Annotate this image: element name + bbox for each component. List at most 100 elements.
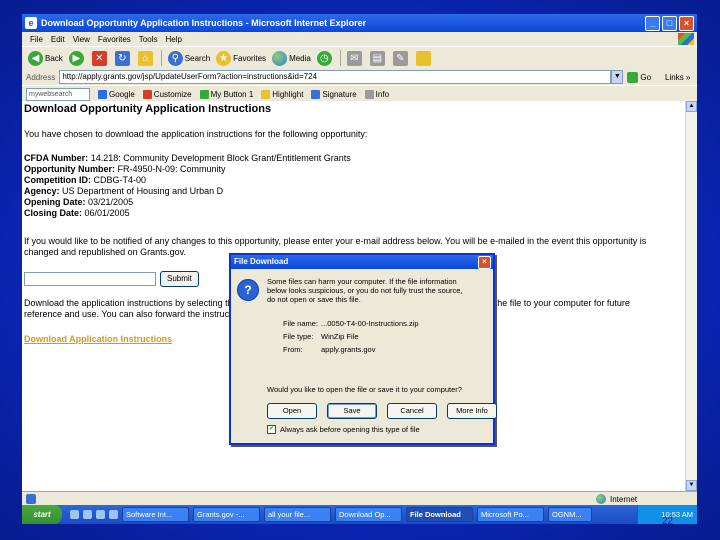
quick-launch-media-icon[interactable]: [83, 510, 92, 519]
ie-screen: e Download Opportunity Application Instr…: [22, 14, 697, 524]
my-button-1[interactable]: My Button 1: [199, 89, 254, 99]
google-icon: [98, 89, 107, 99]
edit-icon: ✎: [392, 50, 408, 66]
menu-help[interactable]: Help: [165, 35, 181, 44]
closing-date-label: Closing Date:: [24, 208, 83, 218]
taskbar-item[interactable]: Download Op...: [335, 507, 402, 522]
minimize-button[interactable]: _: [645, 15, 660, 31]
search-button[interactable]: ⚲ Search: [167, 50, 211, 66]
media-button[interactable]: Media: [272, 50, 311, 66]
history-button[interactable]: ◷: [316, 50, 334, 66]
opening-date-value: 03/21/2005: [88, 197, 134, 207]
refresh-icon: ↻: [114, 50, 130, 66]
search-icon: ⚲: [167, 50, 183, 66]
quick-launch-app-icon[interactable]: [109, 510, 118, 519]
folder-icon: [415, 50, 431, 66]
globe-icon: [596, 494, 606, 504]
always-ask-checkbox[interactable]: ✔: [267, 425, 276, 434]
menu-favorites[interactable]: Favorites: [98, 35, 131, 44]
signature-label: Signature: [322, 89, 357, 99]
vertical-scrollbar[interactable]: ▲ ▼: [685, 101, 697, 491]
address-input[interactable]: http://apply.grants.gov/jsp/UpdateUserFo…: [59, 70, 612, 84]
menu-edit[interactable]: Edit: [51, 35, 65, 44]
opening-date-label: Opening Date:: [24, 197, 86, 207]
info-label: Info: [375, 89, 390, 99]
from-label: From:: [283, 345, 303, 354]
slide-number: 22: [662, 516, 674, 527]
open-button[interactable]: Open: [267, 403, 317, 419]
signature-button[interactable]: Signature: [311, 89, 357, 99]
menu-tools[interactable]: Tools: [139, 35, 158, 44]
go-label: Go: [640, 72, 652, 82]
mail-button[interactable]: ✉: [346, 50, 364, 66]
info-button[interactable]: Info: [364, 89, 390, 99]
page-title: Download Opportunity Application Instruc…: [24, 103, 272, 115]
security-zone: Internet: [596, 494, 637, 504]
email-field[interactable]: [24, 272, 156, 286]
forward-button[interactable]: ▶: [68, 50, 86, 66]
close-button[interactable]: ×: [679, 15, 694, 31]
refresh-button[interactable]: ↻: [114, 50, 132, 66]
download-instructions-link[interactable]: Download Application Instructions: [24, 334, 172, 344]
save-button[interactable]: Save: [327, 403, 377, 419]
folder-button[interactable]: [415, 50, 433, 66]
submit-button[interactable]: Submit: [160, 271, 199, 287]
customize-label: Customize: [153, 89, 192, 99]
address-dropdown-icon[interactable]: ▼: [611, 70, 624, 84]
quick-launch: [70, 510, 118, 519]
quick-launch-desktop-icon[interactable]: [96, 510, 105, 519]
go-button[interactable]: Go: [627, 71, 652, 83]
media-label: Media: [289, 53, 311, 63]
standard-toolbar: ◀ Back ▶ ✕ ↻ ⌂ ⚲ Search ★ Favorites Medi…: [22, 46, 697, 70]
check-icon: [199, 89, 209, 99]
opportunity-label: Opportunity Number:: [24, 164, 115, 174]
taskbar-item-active[interactable]: File Download: [406, 507, 473, 522]
address-label: Address: [26, 72, 56, 82]
links-button[interactable]: Links »: [665, 73, 690, 82]
email-row: Submit: [24, 271, 199, 287]
customize-button[interactable]: Customize: [142, 89, 192, 99]
my-button-label: My Button 1: [210, 89, 254, 99]
taskbar-item[interactable]: OGNM...: [548, 507, 592, 522]
menu-view[interactable]: View: [73, 35, 90, 44]
search-label: Search: [184, 53, 211, 63]
always-ask-checkbox-row[interactable]: ✔ Always ask before opening this type of…: [267, 425, 420, 434]
opportunity-value: FR-4950-N-09: Community: [117, 164, 226, 174]
scroll-up-icon[interactable]: ▲: [686, 101, 697, 112]
more-info-button[interactable]: More Info: [447, 403, 497, 419]
edit-button[interactable]: ✎: [392, 50, 410, 66]
toolbar-search-input[interactable]: mywebsearch: [26, 87, 90, 101]
cfda-value: 14.218: Community Development Block Gran…: [90, 153, 351, 163]
maximize-button[interactable]: □: [662, 15, 677, 31]
windows-logo-icon: [678, 33, 694, 45]
print-button[interactable]: ▤: [369, 50, 387, 66]
quick-launch-ie-icon[interactable]: [70, 510, 79, 519]
back-button[interactable]: ◀ Back: [28, 50, 63, 66]
google-label: Google: [109, 89, 135, 99]
scroll-down-icon[interactable]: ▼: [686, 480, 697, 491]
highlight-label: Highlight: [272, 89, 304, 99]
search-toolbar: mywebsearch Google Customize My Button 1…: [22, 85, 697, 102]
cancel-button[interactable]: Cancel: [387, 403, 437, 419]
stop-button[interactable]: ✕: [91, 50, 109, 66]
taskbar-item[interactable]: all your file...: [264, 507, 331, 522]
status-bar: Internet: [22, 491, 697, 506]
ie-icon: e: [25, 17, 37, 29]
history-icon: ◷: [316, 50, 332, 66]
taskbar-item[interactable]: Microsoft Po...: [477, 507, 544, 522]
dialog-title: File Download: [234, 257, 289, 266]
go-arrow-icon: [627, 71, 639, 83]
dialog-close-button[interactable]: ×: [478, 256, 491, 269]
signature-icon: [311, 89, 321, 99]
google-button[interactable]: Google: [98, 89, 135, 99]
opportunity-info: CFDA Number: 14.218: Community Developme…: [24, 153, 351, 219]
menu-file[interactable]: File: [30, 35, 43, 44]
competition-value: CDBG-T4-00: [93, 175, 147, 185]
taskbar-item[interactable]: Software Int...: [122, 507, 189, 522]
intro-text: You have chosen to download the applicat…: [24, 129, 368, 139]
favorites-button[interactable]: ★ Favorites: [216, 50, 266, 66]
taskbar-item[interactable]: Grants.gov -...: [193, 507, 260, 522]
home-button[interactable]: ⌂: [137, 50, 155, 66]
start-button[interactable]: start: [22, 505, 62, 524]
highlight-button[interactable]: Highlight: [261, 89, 304, 99]
